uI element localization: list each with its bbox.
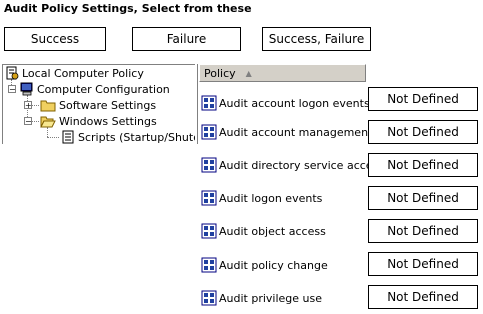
policy-setting-icon [201,290,217,306]
policy-row[interactable]: Audit directory service access [201,156,384,174]
policy-label: Audit directory service access [219,158,385,172]
tree-item-scripts[interactable]: Scripts (Startup/Shutdown) [61,129,195,144]
success-failure-button[interactable]: Success, Failure [262,27,371,51]
policy-label: Audit object access [219,224,326,238]
page-title: Audit Policy Settings, Select from these [4,2,252,15]
tree-item-windows-settings[interactable]: Windows Settings [40,113,157,129]
pane-splitter[interactable] [196,64,198,144]
policy-row[interactable]: Audit policy change [201,256,328,274]
policy-value-box[interactable]: Not Defined [368,87,478,111]
policy-value-box[interactable]: Not Defined [368,252,478,276]
policy-label: Audit policy change [219,258,328,272]
expand-icon[interactable]: + [24,101,32,110]
policy-row[interactable]: Audit privilege use [201,289,322,307]
policy-row[interactable]: Audit logon events [201,189,322,207]
tree-item-computer-configuration[interactable]: Computer Configuration [20,81,170,97]
policy-label: Audit account management [219,125,373,139]
folder-open-icon [40,114,56,128]
tree-item-local-computer-policy[interactable]: Local Computer Policy [5,65,144,81]
policy-setting-icon [201,95,217,111]
tree-item-label: Software Settings [59,98,157,112]
collapse-icon[interactable]: − [8,85,16,94]
failure-button[interactable]: Failure [132,27,241,51]
tree-item-label: Computer Configuration [37,82,170,96]
tree-item-software-settings[interactable]: Software Settings [40,97,156,113]
column-header-label: Policy [204,66,236,80]
policy-row[interactable]: Audit account management [201,123,372,141]
tree-item-label: Windows Settings [59,114,157,128]
policy-setting-icon [201,124,217,140]
policy-row[interactable]: Audit account logon events [201,94,370,112]
policy-row[interactable]: Audit object access [201,222,326,240]
policy-value-box[interactable]: Not Defined [368,153,478,177]
policy-setting-icon [201,257,217,273]
tree-pane: Local Computer Policy − Computer Configu… [2,64,195,144]
folder-icon [40,98,56,112]
policy-value-box[interactable]: Not Defined [368,219,478,243]
policy-value-box[interactable]: Not Defined [368,120,478,144]
success-button[interactable]: Success [4,27,106,51]
sort-ascending-icon: ▲ [245,68,252,78]
policy-label: Audit logon events [219,191,323,205]
policy-setting-icon [201,157,217,173]
policy-value-box[interactable]: Not Defined [368,186,478,210]
column-header-policy[interactable]: Policy ▲ [199,64,366,82]
tree-item-label: Local Computer Policy [22,66,144,80]
tree-item-label: Scripts (Startup/Shutdown) [78,130,195,144]
policy-setting-icon [201,190,217,206]
policy-label: Audit privilege use [219,291,323,305]
collapse-icon[interactable]: − [24,117,32,126]
scripts-icon [61,130,75,144]
policy-setting-icon [201,223,217,239]
policy-value-box[interactable]: Not Defined [368,285,478,309]
policy-label: Audit account logon events [219,96,370,110]
policy-icon [5,66,19,80]
computer-icon [20,82,34,96]
